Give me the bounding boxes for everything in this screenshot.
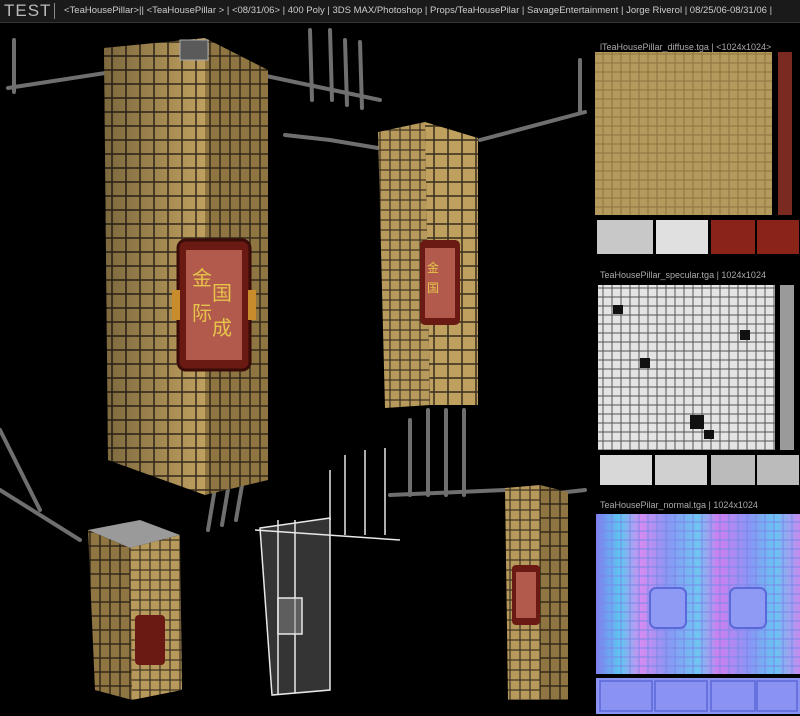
pillar-medium: 金 国 <box>378 122 478 408</box>
svg-text:国: 国 <box>212 281 232 305</box>
svg-text:金: 金 <box>192 266 212 290</box>
pipes <box>0 28 587 542</box>
pillar-back <box>505 485 568 700</box>
pillar-wireframe <box>254 448 401 696</box>
header-info: <TeaHousePillar>|| <TeaHousePillar > | <… <box>64 5 773 16</box>
pillar-sign: 金 国 际 成 <box>172 238 256 372</box>
pillar-small <box>88 520 182 700</box>
diffuse-label: lTeaHousePillar_diffuse.tga | <1024x1024… <box>600 42 772 52</box>
render-scene: 金 国 际 成 金 国 <box>0 28 800 714</box>
svg-text:成: 成 <box>212 316 232 340</box>
svg-text:际: 际 <box>192 301 212 325</box>
svg-text:国: 国 <box>427 281 439 295</box>
normal-label: TeaHousePilar_normal.tga | 1024x1024 <box>600 500 758 510</box>
pillar-large: 金 国 际 成 <box>104 38 268 495</box>
page-title: TEST <box>4 1 52 20</box>
specular-label: TeaHousePillar_specular.tga | 1024x1024 <box>600 270 766 280</box>
diffuse-texture <box>595 52 799 254</box>
normal-texture <box>596 514 800 714</box>
specular-texture <box>598 285 799 485</box>
header-bar: TEST <TeaHousePillar>|| <TeaHousePillar … <box>0 0 800 23</box>
title-divider <box>54 3 55 19</box>
svg-text:金: 金 <box>427 260 439 275</box>
